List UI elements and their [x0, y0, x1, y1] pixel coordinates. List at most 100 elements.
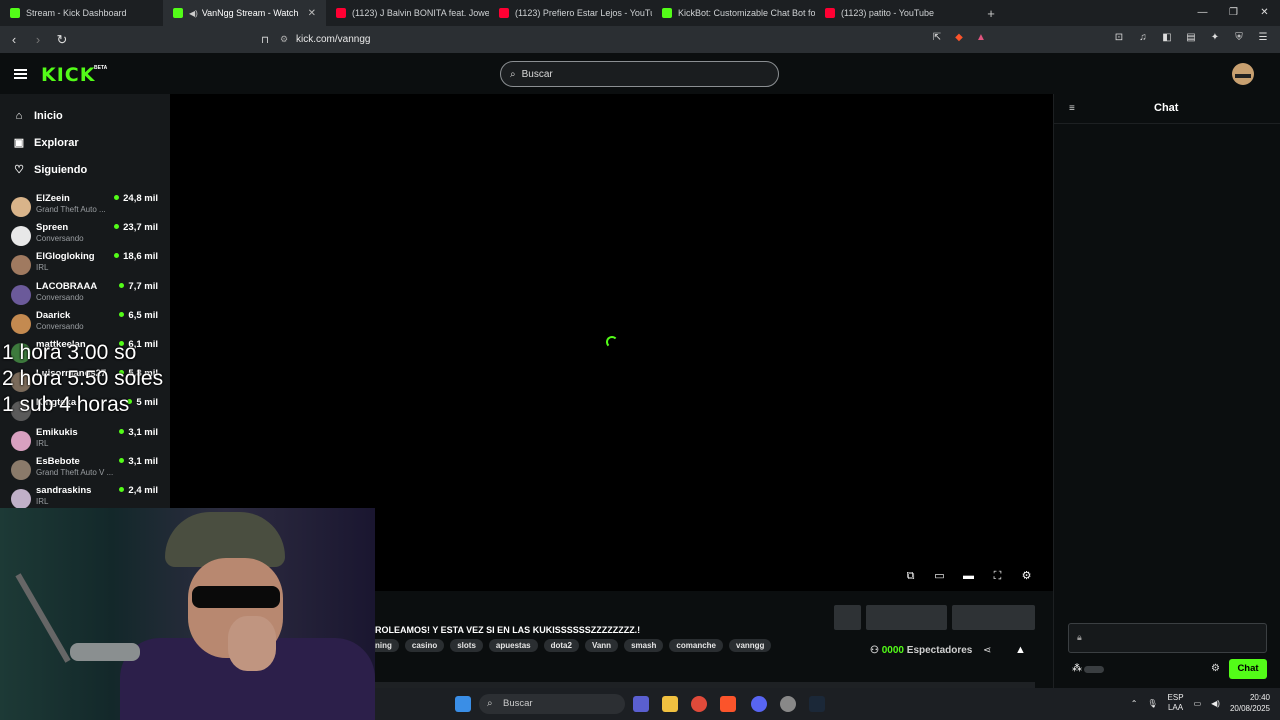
back-icon[interactable]: ‹: [4, 32, 24, 47]
kick-favicon-icon: [10, 8, 20, 18]
youtube-favicon-icon: [336, 8, 346, 18]
share-icon[interactable]: ⋖: [983, 645, 991, 656]
emote-icon[interactable]: ⁂: [1072, 663, 1082, 674]
speaker-icon[interactable]: ◀): [189, 9, 198, 18]
tab[interactable]: (1123) J Balvin BONITA feat. Jowell &: [326, 0, 489, 26]
url-field[interactable]: ⚙ kick.com/vanngg: [280, 29, 1000, 50]
chat-toggle[interactable]: [1084, 666, 1104, 673]
channel-category: IRL: [36, 263, 49, 273]
sidebar-item-explorar[interactable]: ▣ Explorar: [0, 129, 170, 156]
sidebar-item-inicio[interactable]: ⌂ Inicio: [0, 102, 170, 129]
screenshot-icon[interactable]: ⊡: [1112, 30, 1126, 44]
brave-rewards-icon[interactable]: ▲: [974, 30, 988, 44]
channel-avatar: [11, 489, 31, 509]
stream-tag[interactable]: dota2: [543, 639, 579, 652]
sidebar-item-label: Siguiendo: [34, 163, 88, 176]
tab-title: Stream - Kick Dashboard: [26, 8, 127, 18]
steam-icon[interactable]: [809, 696, 825, 712]
taskbar-search[interactable]: ⌕ Buscar: [479, 694, 625, 714]
sidebar-channel[interactable]: Spreen Conversando 23,7 mil: [0, 221, 170, 250]
brave-icon[interactable]: [720, 696, 736, 712]
sidebar-channel[interactable]: Emikukis IRL 3,1 mil: [0, 426, 170, 455]
stream-tag[interactable]: casino: [404, 639, 445, 652]
chat-input[interactable]: 🔒︎: [1068, 623, 1267, 653]
close-tab-icon[interactable]: ✕: [308, 8, 316, 19]
tab-title: VanNgg Stream - Watch Live: [201, 8, 300, 18]
loading-spinner: [606, 336, 618, 348]
discord-icon[interactable]: [751, 696, 767, 712]
lang-top: ESP: [1167, 693, 1184, 702]
chrome-icon[interactable]: [691, 696, 707, 712]
chevron-up-icon[interactable]: ⌃: [1131, 699, 1138, 708]
address-actions: ⇱ ◆ ▲: [930, 30, 988, 44]
youtube-favicon-icon: [499, 8, 509, 18]
stream-tag[interactable]: vanngg: [729, 639, 772, 652]
channel-viewers: 3,1 mil: [119, 456, 158, 467]
report-icon[interactable]: ▲: [1015, 644, 1026, 656]
file-explorer-icon[interactable]: [662, 696, 678, 712]
app-icon[interactable]: [780, 696, 796, 712]
pip-icon[interactable]: ⧉: [904, 570, 917, 583]
user-avatar[interactable]: [1232, 63, 1254, 85]
tab[interactable]: (1123) patito - YouTube: [815, 0, 978, 26]
stream-tag[interactable]: comanche: [669, 639, 723, 652]
clock[interactable]: 20:40 20/08/2025: [1230, 692, 1270, 714]
stream-tag[interactable]: slots: [450, 639, 483, 652]
search-placeholder: Buscar: [521, 68, 553, 80]
restore-icon[interactable]: ❐: [1218, 0, 1249, 26]
sidebar-item-siguiendo[interactable]: ♡ Siguiendo: [0, 156, 170, 183]
leo-ai-icon[interactable]: ✦: [1208, 30, 1222, 44]
stream-tag[interactable]: Vann: [584, 639, 619, 652]
wallet-icon[interactable]: ▤: [1184, 30, 1198, 44]
site-info-icon[interactable]: ⚙: [280, 34, 296, 45]
vpn-icon[interactable]: ⛨: [1232, 30, 1246, 44]
forward-icon[interactable]: ›: [28, 32, 48, 47]
fullscreen-icon[interactable]: ⛶: [991, 570, 1004, 583]
kick-logo[interactable]: KICK: [41, 64, 95, 86]
tab[interactable]: (1123) Prefiero Estar Lejos - YouTube: [489, 0, 652, 26]
share-page-icon[interactable]: ⇱: [930, 30, 944, 44]
tab[interactable]: KickBot: Customizable Chat Bot for K: [652, 0, 815, 26]
volume-icon[interactable]: ◀): [1211, 699, 1220, 708]
language-indicator[interactable]: ESP LAA: [1168, 693, 1184, 713]
new-tab-button[interactable]: +: [978, 6, 1004, 21]
placeholder-block: [834, 605, 861, 630]
webcam-overlay: [0, 508, 375, 720]
channel-name: EsBebote: [36, 455, 80, 467]
tab-title: KickBot: Customizable Chat Bot for K: [678, 8, 815, 18]
microphone-icon[interactable]: 🎙︎: [1147, 699, 1157, 708]
tab-active[interactable]: ◀)VanNgg Stream - Watch Live ✕: [163, 0, 326, 26]
menu-icon[interactable]: ☰: [1256, 30, 1270, 44]
tab-title: (1123) Prefiero Estar Lejos - YouTube: [515, 8, 652, 18]
close-window-icon[interactable]: ✕: [1249, 0, 1280, 26]
hamburger-menu-icon[interactable]: [14, 69, 27, 79]
settings-gear-icon[interactable]: ⚙: [1020, 570, 1033, 583]
clip-icon[interactable]: ▭: [933, 570, 946, 583]
search-input[interactable]: ⌕ Buscar: [500, 61, 779, 87]
collapse-chat-icon[interactable]: ≡: [1069, 103, 1075, 114]
lang-bottom: LAA: [1167, 703, 1184, 712]
minimize-icon[interactable]: —: [1187, 0, 1218, 26]
sidebar-toggle-icon[interactable]: ◧: [1160, 30, 1174, 44]
network-icon[interactable]: ▭: [1194, 699, 1202, 708]
sidebar-channel[interactable]: Daarick Conversando 6,5 mil: [0, 309, 170, 338]
channel-avatar: [11, 313, 31, 334]
reload-icon[interactable]: ↻: [52, 32, 72, 48]
sidebar-channel[interactable]: ElZeein Grand Theft Auto ... 24,8 mil: [0, 192, 170, 221]
sidebar-channel[interactable]: EsBebote Grand Theft Auto V ... 3,1 mil: [0, 455, 170, 484]
start-icon[interactable]: [455, 696, 471, 712]
sidebar-channel[interactable]: ElGlogloking IRL 18,6 mil: [0, 250, 170, 279]
sidebar-channel[interactable]: LACOBRAAA Conversando 7,7 mil: [0, 280, 170, 309]
bookmark-icon[interactable]: ⊓: [258, 33, 272, 47]
teams-icon[interactable]: [633, 696, 649, 712]
stream-tag[interactable]: smash: [624, 639, 664, 652]
chat-send-button[interactable]: Chat: [1229, 659, 1267, 679]
channel-viewers: 24,8 mil: [114, 193, 158, 204]
stream-tag[interactable]: apuestas: [488, 639, 538, 652]
media-icon[interactable]: ♫: [1136, 30, 1150, 44]
brave-shield-icon[interactable]: ◆: [952, 30, 966, 44]
channel-viewers: 2,4 mil: [119, 485, 158, 496]
theater-mode-icon[interactable]: ▬: [962, 570, 975, 583]
chat-settings-icon[interactable]: ⚙: [1211, 663, 1220, 674]
tab[interactable]: Stream - Kick Dashboard: [0, 0, 163, 26]
